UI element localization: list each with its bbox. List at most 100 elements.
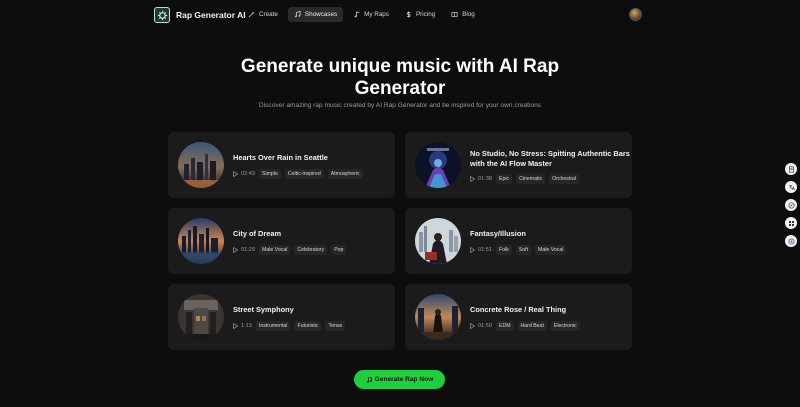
- track-play[interactable]: 01:50: [470, 323, 492, 329]
- track-tag: Tense: [325, 321, 346, 331]
- generate-rap-label: Generate Rap Now: [374, 376, 434, 383]
- track-title[interactable]: City of Dream: [233, 229, 281, 239]
- track-play[interactable]: 01:38: [470, 176, 492, 182]
- track-title[interactable]: Hearts Over Rain in Seattle: [233, 153, 328, 163]
- track-tag: Instrumental: [255, 321, 291, 331]
- track-tag: Orchestral: [549, 174, 580, 184]
- track-duration: 02:43: [241, 171, 255, 177]
- grid-icon: [788, 220, 794, 226]
- track-tag: Soft: [515, 245, 532, 255]
- track-cover-image[interactable]: [415, 294, 461, 340]
- nav-showcases-label: Showcases: [304, 11, 338, 18]
- track-tag: Futuristic: [294, 321, 322, 331]
- track-meta: 1:13 Instrumental Futuristic Tense: [233, 321, 346, 331]
- track-play[interactable]: 01:29: [233, 247, 255, 253]
- track-tag: Atmospheric: [327, 169, 363, 179]
- nav-my-raps[interactable]: My Raps: [347, 7, 395, 22]
- track-play[interactable]: 1:13: [233, 323, 252, 329]
- compass-icon: [787, 201, 795, 209]
- track-card[interactable]: Concrete Rose / Real Thing 01:50 EDM Har…: [405, 284, 632, 350]
- track-play[interactable]: 01:51: [470, 247, 492, 253]
- track-title[interactable]: No Studio, No Stress: Spitting Authentic…: [470, 149, 630, 169]
- track-cover-image[interactable]: [178, 142, 224, 188]
- track-cover-image[interactable]: [415, 218, 461, 264]
- track-meta: 02:43 Simple Celtic-inspired Atmospheric: [233, 169, 363, 179]
- track-card[interactable]: Fantasy/Illusion 01:51 Folk Soft Male Vo…: [405, 208, 632, 274]
- nav-create-label: Create: [259, 11, 278, 18]
- track-play[interactable]: 02:43: [233, 171, 255, 177]
- brand[interactable]: Rap Generator AI: [154, 7, 246, 23]
- track-duration: 01:29: [241, 247, 255, 253]
- track-meta: 01:50 EDM Hard Beat Electronic: [470, 321, 580, 331]
- page-title-line1: Generate unique music with AI Rap: [240, 56, 560, 77]
- track-cover-image[interactable]: [415, 142, 461, 188]
- track-tag: Hard Beat: [517, 321, 547, 331]
- track-title[interactable]: Concrete Rose / Real Thing: [470, 305, 566, 315]
- page-title-line2: Generator: [354, 78, 446, 99]
- document-icon: [788, 165, 794, 173]
- track-cover-image[interactable]: [178, 218, 224, 264]
- floating-side-rail: [785, 163, 797, 247]
- dollar-icon: [406, 11, 411, 18]
- nav-showcases[interactable]: Showcases: [287, 7, 344, 22]
- side-rail-button[interactable]: [785, 181, 797, 193]
- book-icon: [451, 11, 458, 18]
- top-nav-bar: Rap Generator AI Create Showcases My Rap…: [0, 0, 800, 30]
- track-title[interactable]: Fantasy/Illusion: [470, 229, 526, 239]
- play-icon: [233, 171, 238, 177]
- track-title[interactable]: Street Symphony: [233, 305, 294, 315]
- track-meta: 01:29 Male Vocal Celebratory Pop: [233, 245, 347, 255]
- track-tag: Pop: [331, 245, 347, 255]
- nav-blog[interactable]: Blog: [445, 7, 481, 22]
- track-card[interactable]: Hearts Over Rain in Seattle 02:43 Simple…: [168, 132, 395, 198]
- ai-assistant-icon: [787, 237, 795, 245]
- side-rail-button[interactable]: [785, 217, 797, 229]
- track-duration: 01:38: [478, 176, 492, 182]
- user-avatar[interactable]: [629, 8, 642, 21]
- nav-create[interactable]: Create: [242, 7, 284, 22]
- track-tag: Male Vocal: [259, 245, 291, 255]
- track-duration: 01:50: [478, 323, 492, 329]
- track-card[interactable]: City of Dream 01:29 Male Vocal Celebrato…: [168, 208, 395, 274]
- play-icon: [233, 247, 238, 253]
- play-icon: [470, 323, 475, 329]
- side-rail-button[interactable]: [785, 163, 797, 175]
- app-logo-icon: [154, 7, 170, 23]
- track-tag: Celebratory: [294, 245, 328, 255]
- main-nav: Create Showcases My Raps Pricing Blog: [242, 7, 481, 22]
- generate-rap-button[interactable]: Generate Rap Now: [354, 370, 445, 389]
- wand-icon: [248, 11, 255, 18]
- track-title-line2: with the AI Flow Master: [470, 159, 552, 168]
- nav-my-raps-label: My Raps: [364, 11, 389, 18]
- note-icon: [354, 11, 360, 18]
- track-card[interactable]: Street Symphony 1:13 Instrumental Futuri…: [168, 284, 395, 350]
- page-subtitle: Discover amazing rap music created by AI…: [258, 102, 542, 109]
- music-icon: [294, 11, 301, 18]
- track-title-line1: No Studio, No Stress: Spitting Authentic…: [470, 149, 630, 158]
- track-meta: 01:38 Epic Cinematic Orchestral: [470, 174, 580, 184]
- track-tag: Male Vocal: [535, 245, 567, 255]
- play-icon: [233, 323, 238, 329]
- track-cover-image[interactable]: [178, 294, 224, 340]
- nav-pricing-label: Pricing: [415, 11, 436, 18]
- side-rail-button[interactable]: [785, 199, 797, 211]
- translate-icon: [788, 184, 795, 190]
- track-duration: 01:51: [478, 247, 492, 253]
- track-tag: Simple: [259, 169, 281, 179]
- play-icon: [470, 247, 475, 253]
- music-note-icon: [366, 376, 372, 383]
- track-tag: Folk: [496, 245, 512, 255]
- track-tag: Electronic: [550, 321, 580, 331]
- track-tag: Celtic-inspired: [284, 169, 324, 179]
- track-duration: 1:13: [241, 323, 252, 329]
- nav-blog-label: Blog: [462, 11, 475, 18]
- track-tag: Cinematic: [516, 174, 546, 184]
- side-rail-button[interactable]: [785, 235, 797, 247]
- page-title: Generate unique music with AI Rap Genera…: [230, 56, 570, 100]
- nav-pricing[interactable]: Pricing: [399, 7, 441, 22]
- track-tag: Epic: [496, 174, 513, 184]
- play-icon: [470, 176, 475, 182]
- track-card[interactable]: No Studio, No Stress: Spitting Authentic…: [405, 132, 632, 198]
- brand-name: Rap Generator AI: [176, 10, 246, 20]
- track-meta: 01:51 Folk Soft Male Vocal: [470, 245, 567, 255]
